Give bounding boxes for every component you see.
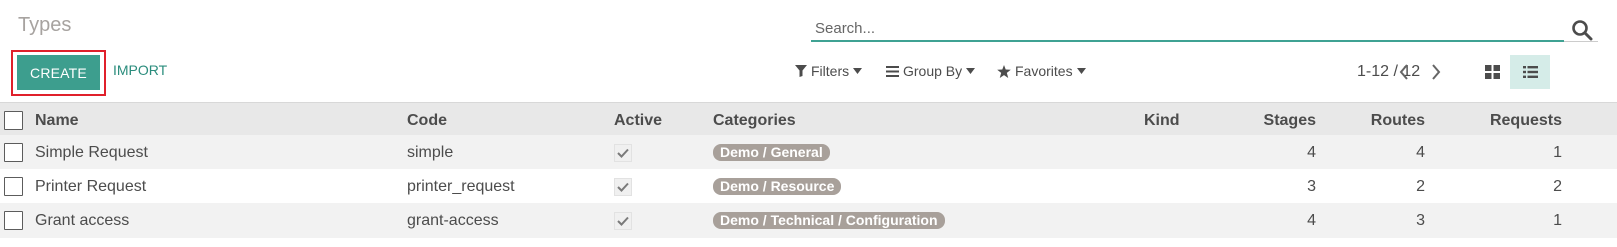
category-tag: Demo / General [713, 144, 830, 161]
row-active [614, 169, 632, 204]
table-row[interactable]: Simple Request simple Demo / General 4 4… [0, 135, 1617, 170]
favorites-label: Favorites [1015, 63, 1073, 79]
search-icon[interactable] [1571, 19, 1593, 41]
row-stages: 3 [1307, 177, 1316, 195]
row-categories: Demo / Technical / Configuration [713, 203, 945, 238]
row-code: grant-access [407, 211, 499, 229]
table-row[interactable]: Printer Request printer_request Demo / R… [0, 169, 1617, 204]
row-stages: 4 [1307, 211, 1316, 229]
filter-icon [795, 65, 807, 77]
filters-label: Filters [811, 63, 850, 79]
row-stages: 4 [1307, 143, 1316, 161]
list-view-button[interactable] [1510, 55, 1550, 89]
header-code[interactable]: Code [407, 103, 447, 138]
row-routes: 4 [1416, 143, 1425, 161]
group-by-icon [886, 65, 899, 77]
list-icon [1522, 66, 1538, 78]
import-button[interactable]: IMPORT [113, 62, 167, 78]
caret-down-icon [853, 68, 863, 74]
search-underline [1564, 41, 1598, 42]
check-icon [617, 216, 629, 226]
header-requests[interactable]: Requests [1462, 103, 1562, 138]
header-stages[interactable]: Stages [1226, 103, 1316, 138]
row-categories: Demo / Resource [713, 169, 842, 204]
row-routes: 3 [1416, 211, 1425, 229]
header-routes[interactable]: Routes [1335, 103, 1425, 138]
group-by-dropdown[interactable]: Group By [886, 63, 976, 79]
table-row[interactable]: Grant access grant-access Demo / Technic… [0, 203, 1617, 238]
active-checkbox [614, 177, 632, 196]
row-requests: 1 [1553, 211, 1562, 229]
row-active [614, 135, 632, 170]
header-categories[interactable]: Categories [713, 103, 796, 138]
header-name[interactable]: Name [35, 103, 79, 138]
pager-previous-button[interactable] [1394, 61, 1414, 83]
row-name: Grant access [35, 211, 130, 229]
row-categories: Demo / General [713, 135, 830, 170]
category-tag: Demo / Resource [713, 178, 842, 195]
row-name: Printer Request [35, 177, 147, 195]
kanban-view-button[interactable] [1472, 55, 1512, 89]
category-tag: Demo / Technical / Configuration [713, 212, 945, 229]
chevron-left-icon [1399, 64, 1408, 80]
check-icon [617, 182, 629, 192]
favorites-dropdown[interactable]: Favorites [997, 63, 1086, 79]
header-active[interactable]: Active [614, 103, 662, 138]
search-bar [811, 16, 1598, 44]
pager-next-button[interactable] [1426, 61, 1446, 83]
caret-down-icon [1076, 68, 1086, 74]
row-active [614, 203, 632, 238]
star-icon [997, 64, 1011, 78]
header-kind[interactable]: Kind [1144, 103, 1180, 138]
row-code: simple [407, 143, 454, 161]
row-checkbox[interactable] [4, 177, 23, 196]
select-all-checkbox[interactable] [4, 111, 23, 130]
row-name: Simple Request [35, 143, 148, 161]
create-button[interactable]: CREATE [17, 55, 100, 90]
page-title: Types [18, 14, 72, 36]
check-icon [617, 148, 629, 158]
active-checkbox [614, 143, 632, 162]
filters-dropdown[interactable]: Filters [795, 63, 863, 79]
row-checkbox[interactable] [4, 143, 23, 162]
table-header: Name Code Active Categories Kind Stages … [0, 102, 1617, 138]
row-routes: 2 [1416, 177, 1425, 195]
row-checkbox[interactable] [4, 211, 23, 230]
row-requests: 2 [1553, 177, 1562, 195]
chevron-right-icon [1432, 64, 1441, 80]
group-by-label: Group By [903, 63, 963, 79]
row-requests: 1 [1553, 143, 1562, 161]
kanban-icon [1484, 65, 1500, 79]
active-checkbox [614, 211, 632, 230]
row-code: printer_request [407, 177, 515, 195]
search-input[interactable] [811, 16, 1564, 42]
caret-down-icon [966, 68, 976, 74]
